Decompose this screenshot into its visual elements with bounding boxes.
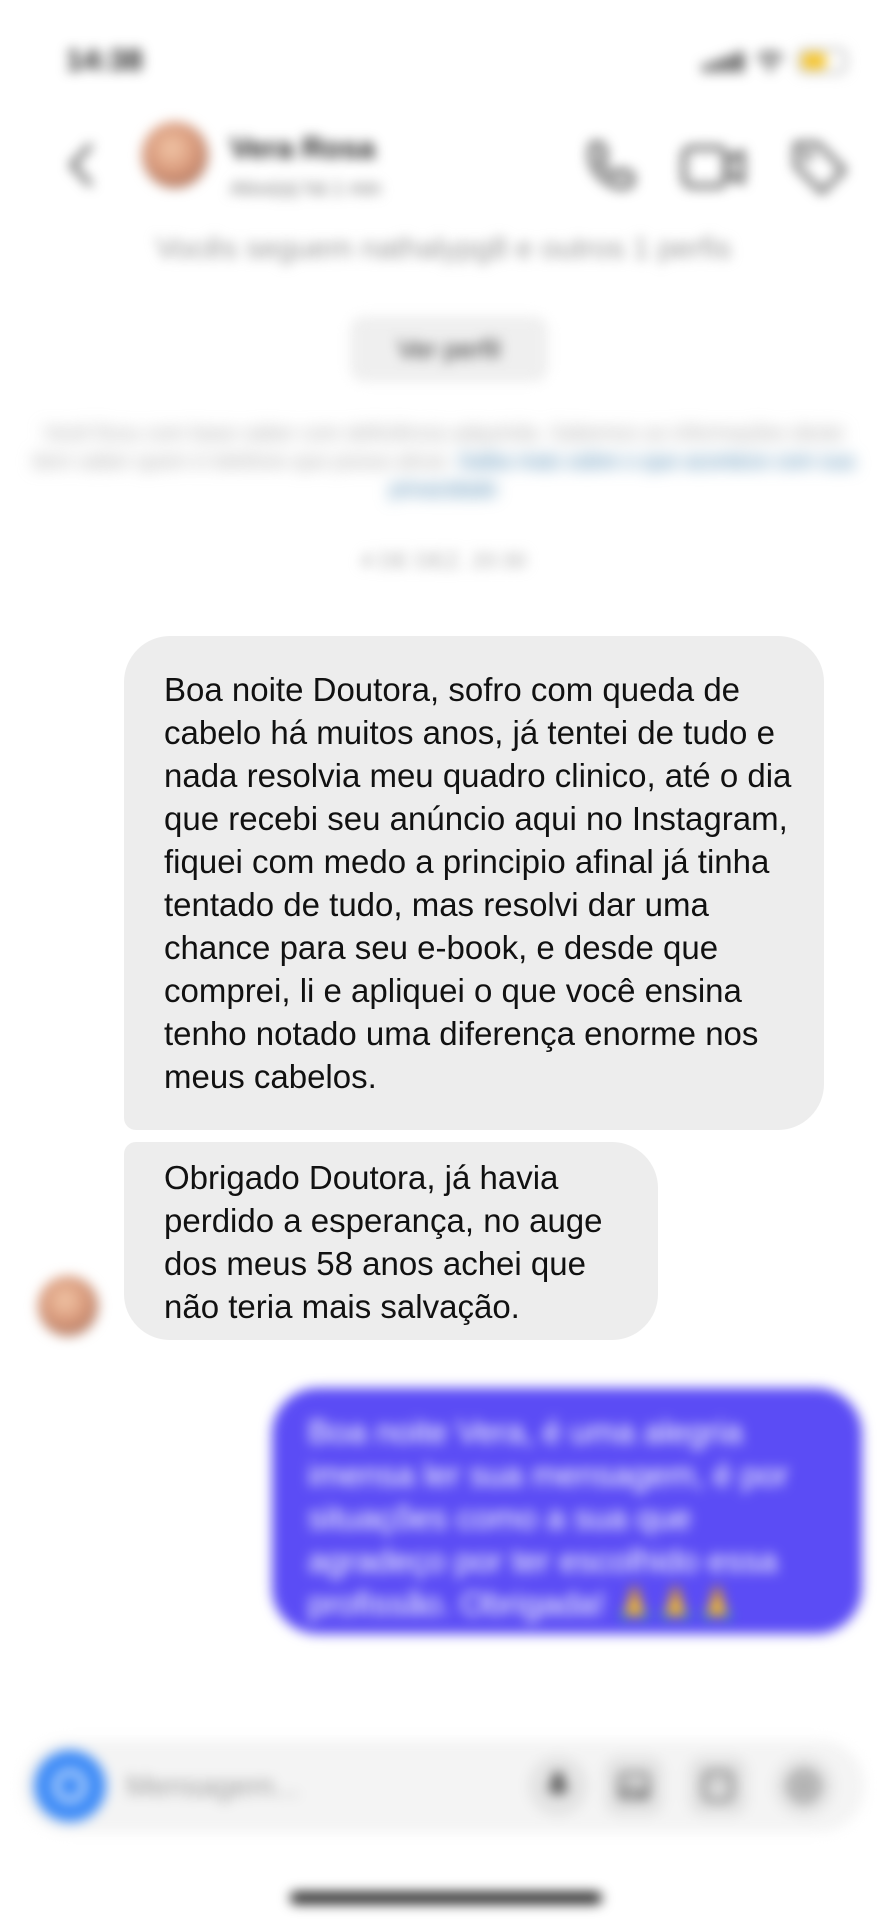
contact-avatar[interactable] [142, 122, 208, 188]
contact-name[interactable]: Vera Rosa [230, 132, 375, 166]
contact-status: Ativo(a) há 1 min [230, 178, 382, 200]
battery-icon [797, 48, 847, 74]
sent-message[interactable]: Boa noite Vera, é uma alegria imensa ler… [272, 1388, 862, 1634]
privacy-info-link[interactable]: Saiba mais sobre o que acontece com sua … [390, 450, 855, 501]
signal-icon [703, 50, 743, 72]
chat-header: Vera Rosa Ativo(a) há 1 min [0, 110, 887, 220]
back-icon[interactable] [62, 140, 102, 190]
received-message[interactable]: Boa noite Doutora, sofro com queda de ca… [124, 636, 824, 1130]
wifi-icon [756, 51, 784, 71]
view-profile-button[interactable]: Ver perfil [350, 316, 548, 382]
message-input[interactable] [124, 1740, 528, 1834]
status-bar: 14:38 [0, 38, 887, 88]
status-icons [703, 48, 847, 74]
received-message[interactable]: Obrigado Doutora, já havia perdido a esp… [124, 1142, 658, 1340]
message-composer [22, 1740, 865, 1834]
microphone-icon[interactable] [528, 1756, 588, 1816]
camera-icon[interactable] [34, 1750, 106, 1822]
plus-icon[interactable] [774, 1756, 834, 1816]
status-time: 14:38 [66, 44, 143, 77]
home-indicator[interactable] [290, 1892, 602, 1904]
sticker-icon[interactable] [688, 1756, 748, 1816]
phone-icon[interactable] [580, 138, 636, 194]
mutual-followers-text: Vocês seguem nathalypg8 e outros 1 perfi… [155, 232, 732, 265]
tag-icon[interactable] [790, 138, 850, 196]
privacy-info: Você ficou com base saber com deficiênci… [30, 420, 857, 504]
conversation-timestamp: 4 DE DEZ. 20:30 [360, 548, 527, 573]
gallery-icon[interactable] [604, 1756, 664, 1816]
sender-avatar[interactable] [38, 1276, 98, 1336]
video-icon[interactable] [680, 140, 746, 194]
